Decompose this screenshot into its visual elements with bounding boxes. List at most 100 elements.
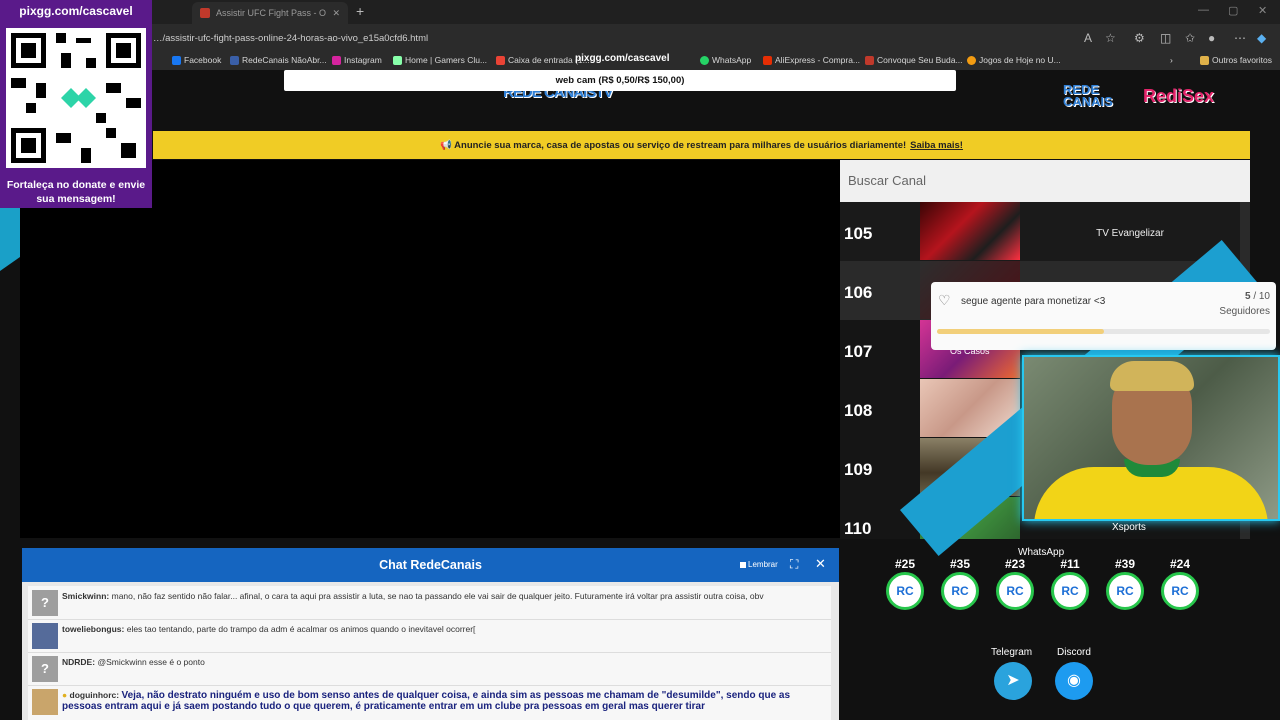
chat-user[interactable]: Smickwinn:: [62, 591, 109, 601]
favorites-icon[interactable]: ✩: [1185, 31, 1195, 45]
follow-goal-card: ♡ segue agente para monetizar <3 5 / 10 S…: [931, 282, 1276, 350]
avatar: [32, 623, 58, 649]
group-label: #23: [1004, 557, 1026, 571]
heart-icon: ♡: [938, 292, 951, 308]
url-field[interactable]: …/assistir-ufc-fight-pass-online-24-hora…: [153, 33, 428, 44]
telegram-label: Telegram: [991, 647, 1033, 658]
gmail-icon: [496, 55, 505, 65]
menu-dots-icon[interactable]: ⋯: [1234, 31, 1246, 45]
channel-search-input[interactable]: Buscar Canal: [840, 160, 1250, 202]
bookmark-jogos[interactable]: Jogos de Hoje no U...: [967, 55, 1061, 65]
chat-user[interactable]: NDRDE:: [62, 657, 95, 667]
channel-row[interactable]: 105 TV Evangelizar: [840, 202, 1240, 261]
chat-user[interactable]: toweliebongus:: [62, 624, 124, 634]
follow-label: Seguidores: [1219, 306, 1270, 317]
pix-url: pixgg.com/cascavel: [19, 4, 133, 18]
chat-user[interactable]: doguinhorc:: [70, 690, 120, 700]
bookmark-redecanais[interactable]: RedeCanais NãoAbr...: [230, 55, 327, 65]
jogos-icon: [967, 55, 976, 65]
tab-close-icon[interactable]: ✕: [332, 8, 340, 19]
bookmark-instagram[interactable]: Instagram: [332, 55, 382, 65]
channel-name: TV Evangelizar: [1096, 228, 1164, 239]
webcam-hair: [1110, 361, 1194, 391]
bookmark-gamers-club[interactable]: Home | Gamers Clu...: [393, 55, 487, 65]
channel-number: 109: [844, 460, 873, 479]
favorite-star-icon[interactable]: ☆: [1105, 31, 1116, 45]
redecanais-logo[interactable]: REDE CANAIS: [1063, 83, 1131, 108]
minimize-icon[interactable]: —: [1198, 4, 1209, 16]
redecanais-icon: [230, 55, 239, 65]
banner-link[interactable]: Saiba mais!: [910, 140, 963, 151]
follow-total: / 10: [1253, 291, 1270, 302]
donation-qr-panel: pixgg.com/cascavel Fortaleça no donate e…: [0, 0, 152, 208]
chat-messages: ? Smickwinn: mano, não faz sentido não f…: [28, 586, 831, 720]
facebook-icon: [172, 55, 181, 65]
webcam-overlay: [1022, 355, 1280, 521]
whatsapp-group-button[interactable]: RC: [1106, 572, 1144, 610]
channel-number: 108: [844, 401, 873, 420]
copilot-icon[interactable]: ◆: [1257, 31, 1266, 45]
whatsapp-group-button[interactable]: RC: [1161, 572, 1199, 610]
read-aloud-icon[interactable]: A: [1084, 31, 1092, 45]
avatar: ?: [32, 656, 58, 682]
chat-message: ? Smickwinn: mano, não faz sentido não f…: [28, 586, 831, 620]
group-label: #35: [949, 557, 971, 571]
checkbox-icon: [740, 561, 746, 568]
webcam-price-bar: web cam (R$ 0,50/R$ 150,00): [284, 70, 956, 91]
chat-message: toweliebongus: eles tao tentando, parte …: [28, 619, 831, 653]
whatsapp-group-button[interactable]: RC: [996, 572, 1034, 610]
avatar: [32, 689, 58, 715]
whatsapp-group-button[interactable]: RC: [941, 572, 979, 610]
remember-checkbox[interactable]: Lembrar: [740, 560, 778, 569]
gamers-club-icon: [393, 55, 402, 65]
telegram-icon[interactable]: ➤: [994, 662, 1032, 700]
channel-number: 110: [844, 519, 872, 538]
bookmark-aliexpress[interactable]: AliExpress - Compra...: [763, 55, 860, 65]
donation-caption: Fortaleça no donate e envie sua mensagem…: [6, 179, 146, 205]
chat-title: Chat RedeCanais: [379, 558, 482, 572]
badge-icon: ●: [62, 690, 68, 700]
window-close-icon[interactable]: ✕: [1258, 4, 1267, 17]
chat-text: @Smickwinn esse é o ponto: [97, 657, 205, 667]
convoque-icon: [865, 55, 874, 65]
chat-message: ? NDRDE: @Smickwinn esse é o ponto: [28, 652, 831, 686]
follow-goal-text: segue agente para monetizar <3: [961, 296, 1106, 307]
avatar: ?: [32, 590, 58, 616]
fullscreen-icon[interactable]: ⛶: [790, 557, 798, 572]
bookmark-whatsapp[interactable]: WhatsApp: [700, 55, 751, 65]
bookmarks-overflow-icon[interactable]: ›: [1170, 55, 1173, 65]
split-screen-icon[interactable]: ◫: [1160, 31, 1171, 45]
new-tab-icon[interactable]: +: [356, 3, 364, 19]
browser-tab[interactable]: Assistir UFC Fight Pass - Onl ✕: [192, 2, 348, 24]
whatsapp-group-button[interactable]: RC: [886, 572, 924, 610]
maximize-icon[interactable]: ▢: [1228, 4, 1238, 17]
follow-counter: 5 / 10 Seguidores: [1219, 289, 1270, 319]
bookmark-convoque[interactable]: Convoque Seu Buda...: [865, 55, 963, 65]
group-label: #11: [1060, 557, 1080, 571]
group-label: #24: [1169, 557, 1191, 571]
folder-icon: [1200, 55, 1209, 65]
profile-icon[interactable]: ●: [1208, 31, 1215, 45]
follow-count: 5: [1244, 291, 1251, 302]
whatsapp-group-button[interactable]: RC: [1051, 572, 1089, 610]
channel-number: 107: [844, 342, 873, 361]
extensions-icon[interactable]: ⚙: [1134, 31, 1145, 45]
redisex-logo[interactable]: RediSex: [1143, 86, 1214, 107]
bookmark-facebook[interactable]: Facebook: [172, 55, 221, 65]
chat-text: Veja, não destrato ninguém e uso de bom …: [62, 690, 791, 712]
chat-close-icon[interactable]: ✕: [815, 556, 826, 572]
qr-code-icon[interactable]: [6, 28, 146, 168]
banner-text: 📢 Anuncie sua marca, casa de apostas ou …: [440, 139, 907, 151]
follow-progress-fill: [937, 329, 1104, 334]
tab-favicon-icon: [200, 8, 210, 18]
channel-number: 105: [844, 224, 873, 243]
follow-progress-bar: [937, 329, 1270, 334]
chat-header: Chat RedeCanais Lembrar ⛶ ✕: [22, 548, 839, 582]
other-favorites[interactable]: Outros favoritos: [1200, 55, 1272, 65]
video-player[interactable]: [20, 160, 840, 538]
group-label: #25: [894, 557, 916, 571]
aliexpress-icon: [763, 55, 772, 65]
channel-number: 106: [844, 283, 873, 302]
discord-icon[interactable]: ◉: [1055, 662, 1093, 700]
whatsapp-icon: [700, 55, 709, 65]
